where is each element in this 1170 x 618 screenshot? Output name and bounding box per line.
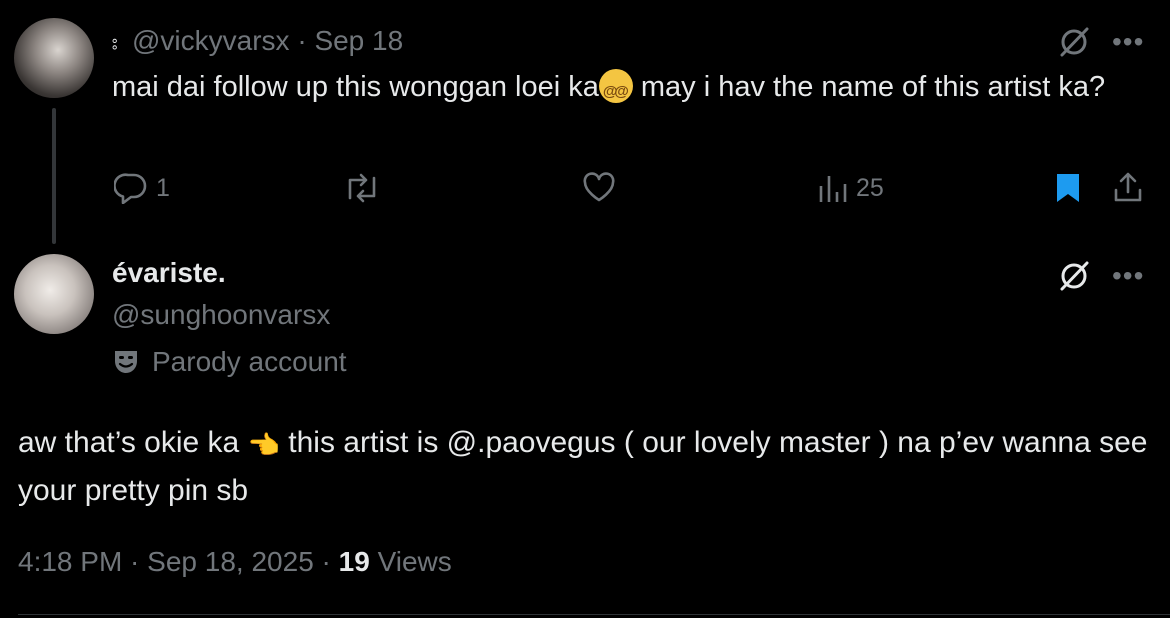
- tweet-timestamp: 4:18 PM · Sep 18, 2025 · 19 Views: [18, 546, 452, 577]
- divider: [18, 614, 1170, 615]
- display-name[interactable]: évariste.: [112, 256, 226, 290]
- views-chart-icon: [819, 176, 847, 202]
- share-icon: [1114, 172, 1142, 202]
- grok-icon[interactable]: [1058, 260, 1090, 297]
- action-bar: 1 25: [0, 168, 1170, 208]
- backhand-index-pointing-left-emoji: 👈: [247, 430, 280, 460]
- views-button[interactable]: 25: [818, 172, 884, 204]
- bookmark-button[interactable]: [1054, 172, 1082, 204]
- views-label: Views: [369, 546, 452, 577]
- date[interactable]: Sep 18, 2025: [147, 546, 314, 577]
- retweet-icon: [348, 173, 376, 203]
- theater-mask-icon: [115, 351, 137, 373]
- avatar[interactable]: [14, 254, 94, 334]
- handle[interactable]: @vickyvarsx: [132, 25, 290, 56]
- separator: ·: [297, 25, 307, 56]
- tweet-text: mai dai follow up this wonggan loei ka m…: [112, 68, 1122, 111]
- retweet-button[interactable]: [342, 172, 382, 204]
- reply-button[interactable]: 1: [114, 172, 170, 204]
- time[interactable]: 4:18 PM: [18, 546, 122, 577]
- grok-icon[interactable]: [1058, 26, 1090, 63]
- tweet-text: aw that’s okie ka 👈 this artist is @.pao…: [18, 420, 1158, 514]
- tweet-header: ⦂ @vickyvarsx · Sep 18: [112, 24, 403, 60]
- reply-icon: [114, 173, 147, 204]
- parody-label: Parody account: [112, 344, 347, 380]
- more-options-icon[interactable]: •••: [1112, 260, 1144, 292]
- bookmark-icon: [1057, 174, 1079, 202]
- more-options-icon[interactable]: •••: [1112, 26, 1144, 58]
- views-count: 19: [338, 546, 370, 577]
- linked-account-icon: ⦂: [112, 32, 118, 53]
- tweet-date[interactable]: Sep 18: [314, 25, 403, 56]
- dizzy-face-emoji: [598, 69, 633, 111]
- like-button[interactable]: [582, 172, 616, 204]
- share-button[interactable]: [1112, 170, 1144, 204]
- heart-icon: [583, 172, 615, 202]
- avatar[interactable]: [14, 18, 94, 98]
- handle[interactable]: @sunghoonvarsx: [112, 298, 330, 332]
